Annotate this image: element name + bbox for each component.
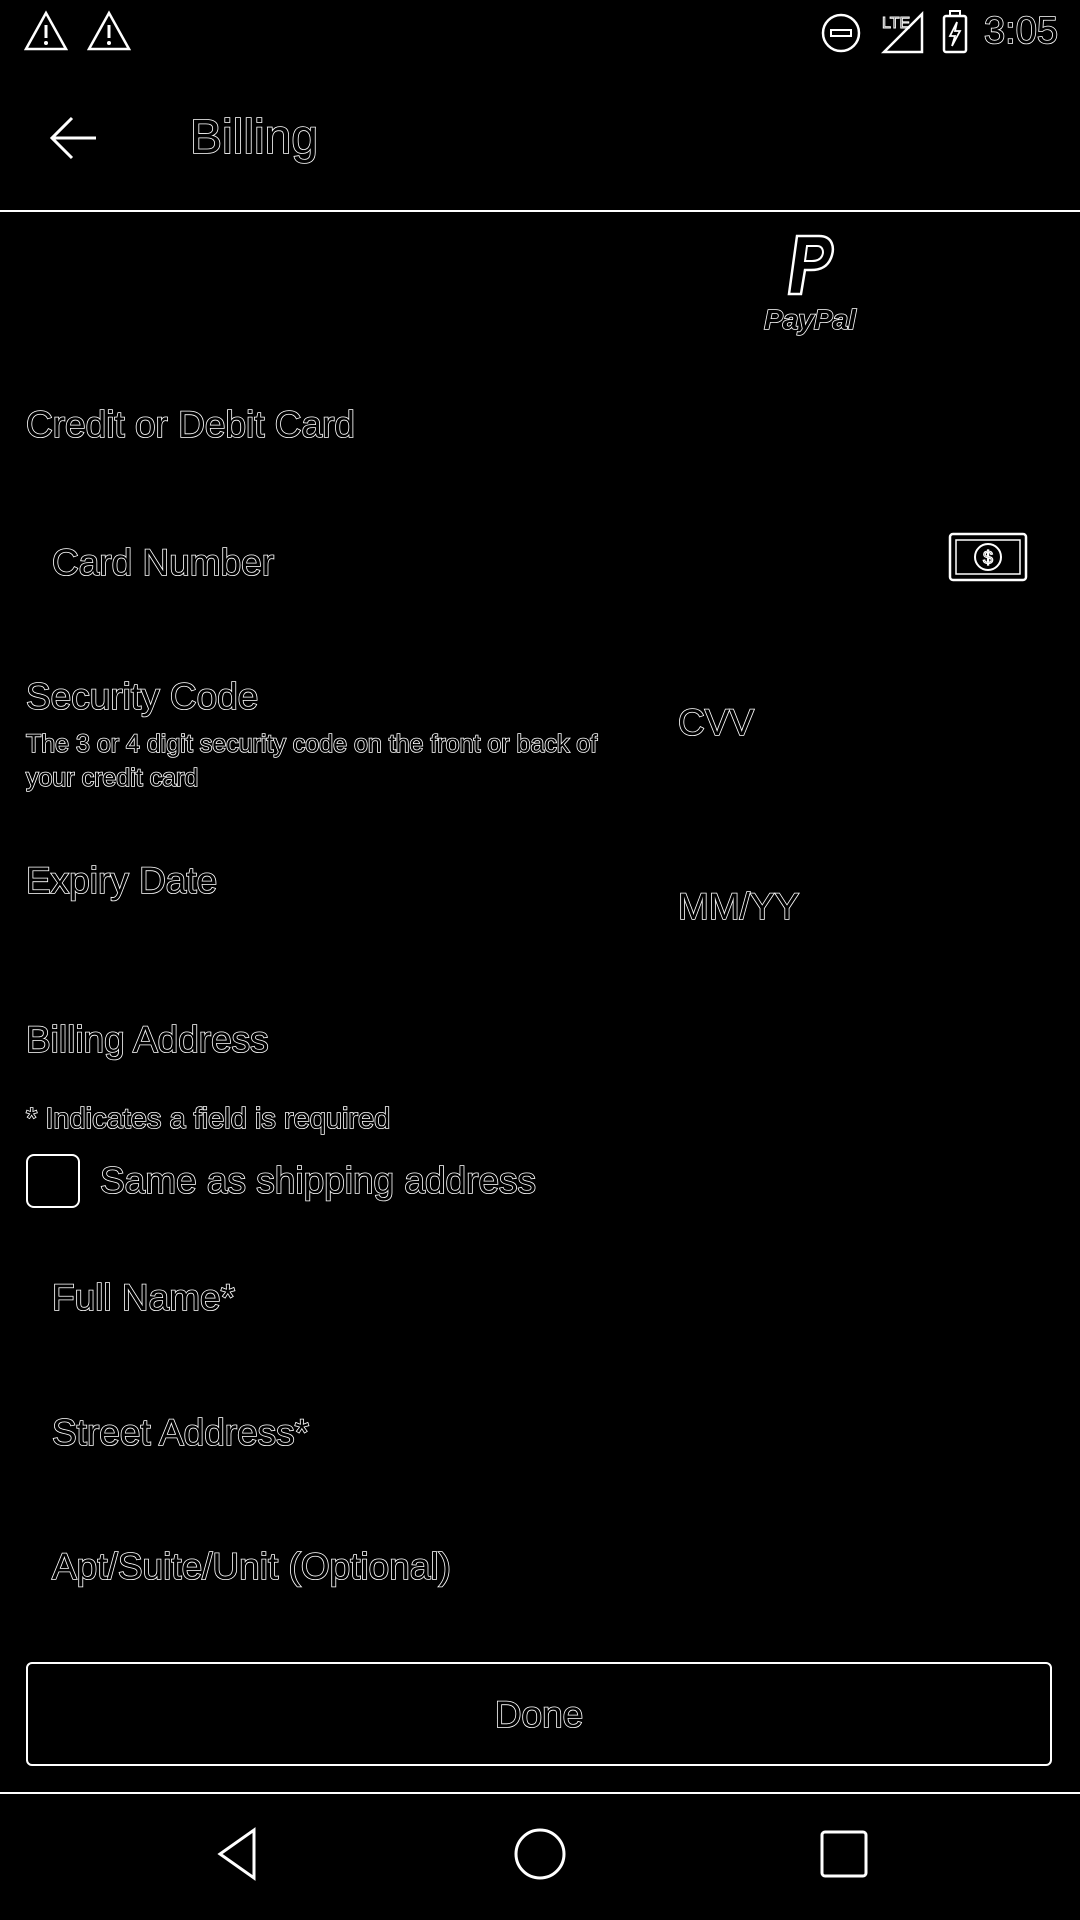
full-name-placeholder: Full Name*: [51, 1276, 236, 1319]
svg-text:$: $: [983, 548, 993, 568]
same-as-shipping-label: Same as shipping address: [99, 1159, 537, 1202]
done-button[interactable]: Done: [26, 1662, 1052, 1766]
warning-icon: [87, 10, 131, 51]
page-title: Billing: [189, 110, 319, 165]
expiry-date-title: Expiry Date: [25, 859, 218, 902]
paypal-label: PayPal: [763, 303, 856, 336]
full-name-input[interactable]: Full Name*: [0, 1263, 1080, 1333]
nav-home-icon[interactable]: [510, 1824, 570, 1884]
arrow-back-icon[interactable]: [44, 108, 104, 168]
card-dollar-icon: $: [948, 532, 1028, 582]
nav-back-icon[interactable]: [210, 1824, 270, 1884]
system-nav-bar: [0, 1792, 1080, 1920]
done-button-label: Done: [494, 1693, 584, 1736]
warning-icon: [24, 10, 68, 51]
status-bar: LTE 3:05: [0, 0, 1080, 66]
security-code-hint: The 3 or 4 digit security code on the fr…: [25, 729, 598, 793]
street-address-placeholder: Street Address*: [51, 1411, 310, 1454]
app-bar: Billing: [0, 66, 1080, 212]
apt-suite-unit-input[interactable]: Apt/Suite/Unit (Optional): [0, 1532, 1080, 1602]
expiry-date-input[interactable]: MM/YY: [677, 884, 800, 930]
paypal-button[interactable]: PayPal: [740, 232, 880, 342]
lte-signal-icon: LTE: [880, 10, 924, 54]
same-as-shipping-checkbox[interactable]: [26, 1154, 80, 1208]
billing-address-title: Billing Address: [25, 1018, 269, 1061]
card-section-title: Credit or Debit Card: [25, 403, 356, 446]
nav-recents-icon[interactable]: [814, 1824, 874, 1884]
card-number-placeholder: Card Number: [51, 541, 275, 584]
battery-charging-icon: [942, 10, 968, 54]
required-note: * Indicates a field is required: [25, 1102, 391, 1136]
apt-suite-unit-placeholder: Apt/Suite/Unit (Optional): [51, 1545, 452, 1588]
same-as-shipping-row[interactable]: Same as shipping address: [26, 1154, 586, 1210]
paypal-logo-icon: [787, 234, 835, 296]
security-code-title: Security Code: [25, 675, 259, 718]
status-time: 3:05: [983, 9, 1059, 53]
cvv-input[interactable]: CVV: [677, 700, 755, 746]
lte-label: LTE: [882, 15, 910, 32]
street-address-input[interactable]: Street Address*: [0, 1398, 1080, 1468]
do-not-disturb-icon: [821, 13, 861, 53]
card-number-input[interactable]: Card Number $: [0, 520, 1080, 602]
